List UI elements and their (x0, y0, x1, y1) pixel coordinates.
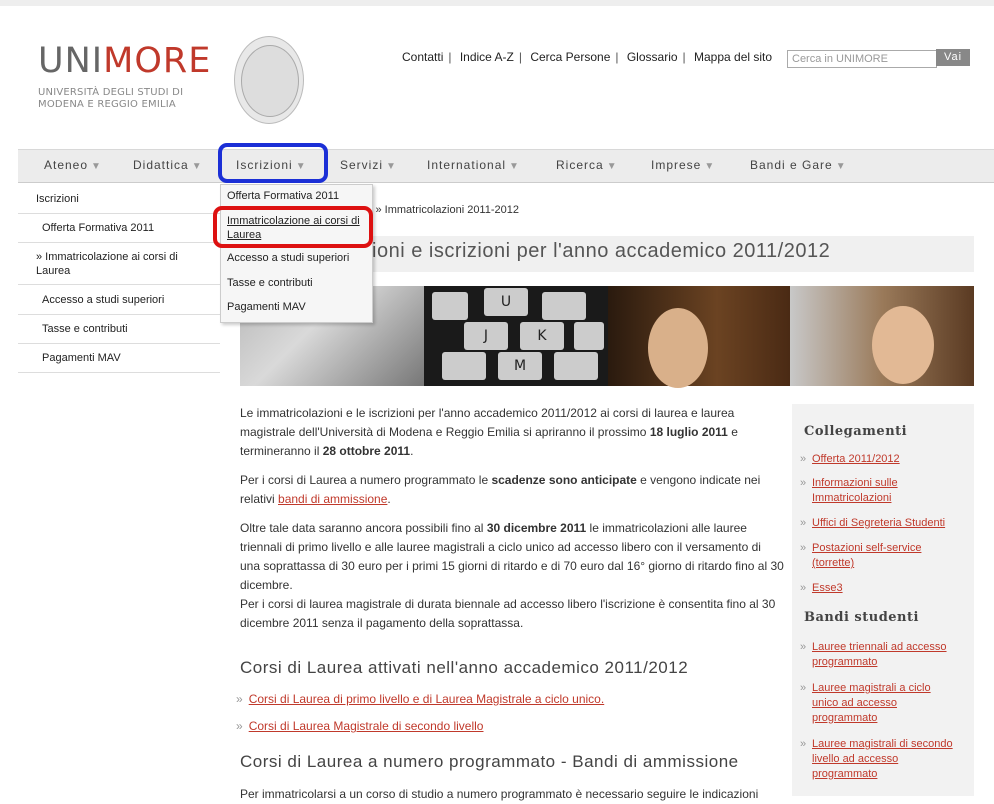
right-sidebar: Collegamenti » Offerta 2011/2012 » Informa… (792, 404, 974, 796)
search-button[interactable]: Vai (936, 49, 970, 66)
sidebar-item-iscrizioni[interactable]: Iscrizioni (18, 184, 220, 214)
nav-ricerca[interactable]: Ricerca ▼ (556, 158, 618, 172)
paragraph-scadenze: Oltre tale data saranno ancora possibili… (240, 521, 784, 592)
university-seal-icon (234, 36, 304, 124)
list-item: » Corsi di Laurea Magistrale di secondo l… (236, 719, 484, 733)
link-contatti[interactable]: Contatti (402, 50, 443, 64)
banner-girl-photo (608, 286, 790, 388)
highlight-iscrizioni (218, 143, 328, 183)
list-item: » Corsi di Laurea di primo livello e di L… (236, 692, 605, 706)
main-content: Le immatricolazioni e le iscrizioni per … (240, 404, 784, 643)
chevron-down-icon: ▼ (835, 161, 847, 172)
breadcrumb: i » Immatricolazioni 2011-2012 (370, 204, 519, 216)
unimore-logo[interactable]: UNIMORE UNIVERSITÀ DEGLI STUDI DI MODENA… (38, 44, 211, 111)
link-bandi-ammissione[interactable]: bandi di ammissione (278, 492, 387, 506)
highlight-immatricolazione (213, 206, 373, 248)
top-shadow (0, 0, 994, 6)
sidebar-item-immatricolazione[interactable]: » Immatricolazione ai corsi di Laurea (18, 243, 220, 285)
paragraph-numero-programmato: Per i corsi di Laurea a numero programma… (240, 473, 761, 506)
link-offerta-2011[interactable]: » Offerta 2011/2012 (800, 452, 900, 467)
link-corsi-primo-livello[interactable]: Corsi di Laurea di primo livello e di La… (249, 692, 605, 706)
page: UNIMORE UNIVERSITÀ DEGLI STUDI DI MODENA… (0, 0, 994, 801)
main-nav: Ateneo ▼ Didattica ▼ Iscrizioni ▼ Servizi ▼ … (18, 149, 994, 183)
link-corsi-secondo-livello[interactable]: Corsi di Laurea Magistrale di secondo li… (249, 719, 484, 733)
paragraph-magistrale: Per i corsi di laurea magistrale di dura… (240, 597, 776, 630)
link-postazioni-self-service[interactable]: » Postazioni self-service (torrette) (800, 541, 952, 571)
logo-subtitle: UNIVERSITÀ DEGLI STUDI DI MODENA E REGGI… (38, 87, 184, 110)
chevron-down-icon: ▼ (91, 161, 102, 172)
chevron-down-icon: ▼ (606, 161, 618, 172)
sidebar-item-tasse[interactable]: Tasse e contributi (18, 315, 220, 344)
heading-bandi-studenti: Bandi studenti (804, 610, 919, 625)
page-title: ioni e iscrizioni per l'anno accademico … (372, 240, 831, 262)
chevron-down-icon: ▼ (509, 161, 520, 172)
chevron-down-icon: ▼ (704, 161, 716, 172)
link-esse3[interactable]: » Esse3 (800, 581, 843, 596)
nav-imprese[interactable]: Imprese ▼ (651, 158, 715, 172)
nav-servizi[interactable]: Servizi ▼ (340, 158, 397, 172)
top-links: Contatti | Indice A-Z | Cerca Persone | Glo… (402, 50, 773, 64)
sidebar: Iscrizioni Offerta Formativa 2011 » Imma… (18, 184, 220, 373)
nav-didattica[interactable]: Didattica ▼ (133, 158, 203, 172)
logo-wordmark: UNIMORE (38, 41, 212, 81)
nav-ateneo[interactable]: Ateneo ▼ (44, 158, 102, 172)
heading-numero-programmato: Corsi di Laurea a numero programmato - B… (240, 752, 739, 771)
link-uffici-segreteria[interactable]: » Uffici di Segreteria Studenti (800, 516, 945, 531)
paragraph-cutoff: Per immatricolarsi a un corso di studio … (240, 787, 759, 801)
link-lauree-magistrali-secondo[interactable]: » Lauree magistrali di secondo livello ad… (800, 737, 958, 782)
iscrizioni-dropdown-menu: Offerta Formativa 2011 Immatricolazione … (220, 184, 373, 323)
dropdown-item-offerta[interactable]: Offerta Formativa 2011 (227, 190, 339, 202)
paragraph-intro: Le immatricolazioni e le iscrizioni per … (240, 406, 738, 458)
dropdown-item-pagamenti[interactable]: Pagamenti MAV (227, 301, 306, 313)
dropdown-item-tasse[interactable]: Tasse e contributi (227, 277, 313, 289)
nav-international[interactable]: International ▼ (427, 158, 520, 172)
link-indice-az[interactable]: Indice A-Z (460, 50, 514, 64)
nav-bandi-gare[interactable]: Bandi e Gare ▼ (750, 158, 847, 172)
sidebar-item-offerta[interactable]: Offerta Formativa 2011 (18, 214, 220, 243)
sidebar-item-pagamenti[interactable]: Pagamenti MAV (18, 344, 220, 373)
banner-boy-photo (790, 286, 974, 386)
link-informazioni-immatricolazioni[interactable]: » Informazioni sulle Immatricolazioni (800, 476, 952, 506)
link-lauree-ciclo-unico[interactable]: » Lauree magistrali a ciclo unico ad acce… (800, 681, 936, 726)
sidebar-item-accesso[interactable]: Accesso a studi superiori (18, 285, 220, 315)
link-glossario[interactable]: Glossario (627, 50, 678, 64)
link-mappa-sito[interactable]: Mappa del sito (694, 50, 772, 64)
banner-keyboard-photo: U J K M (424, 286, 608, 386)
link-lauree-triennali[interactable]: » Lauree triennali ad accesso programmato (800, 640, 958, 670)
link-cerca-persone[interactable]: Cerca Persone (530, 50, 610, 64)
heading-collegamenti: Collegamenti (804, 424, 908, 439)
chevron-down-icon: ▼ (386, 161, 397, 172)
heading-corsi-attivati: Corsi di Laurea attivati nell'anno accad… (240, 658, 689, 677)
chevron-down-icon: ▼ (191, 161, 203, 172)
search-input[interactable]: Cerca in UNIMORE (787, 50, 937, 68)
dropdown-item-accesso[interactable]: Accesso a studi superiori (227, 252, 349, 264)
